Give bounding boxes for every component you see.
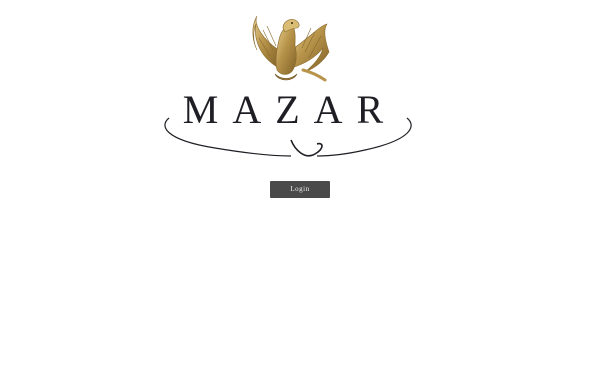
brand-logo: MAZAR: [155, 10, 415, 170]
brand-wordmark: MAZAR: [182, 87, 398, 132]
login-button[interactable]: Login: [270, 181, 330, 198]
eagle-icon: [252, 15, 330, 82]
